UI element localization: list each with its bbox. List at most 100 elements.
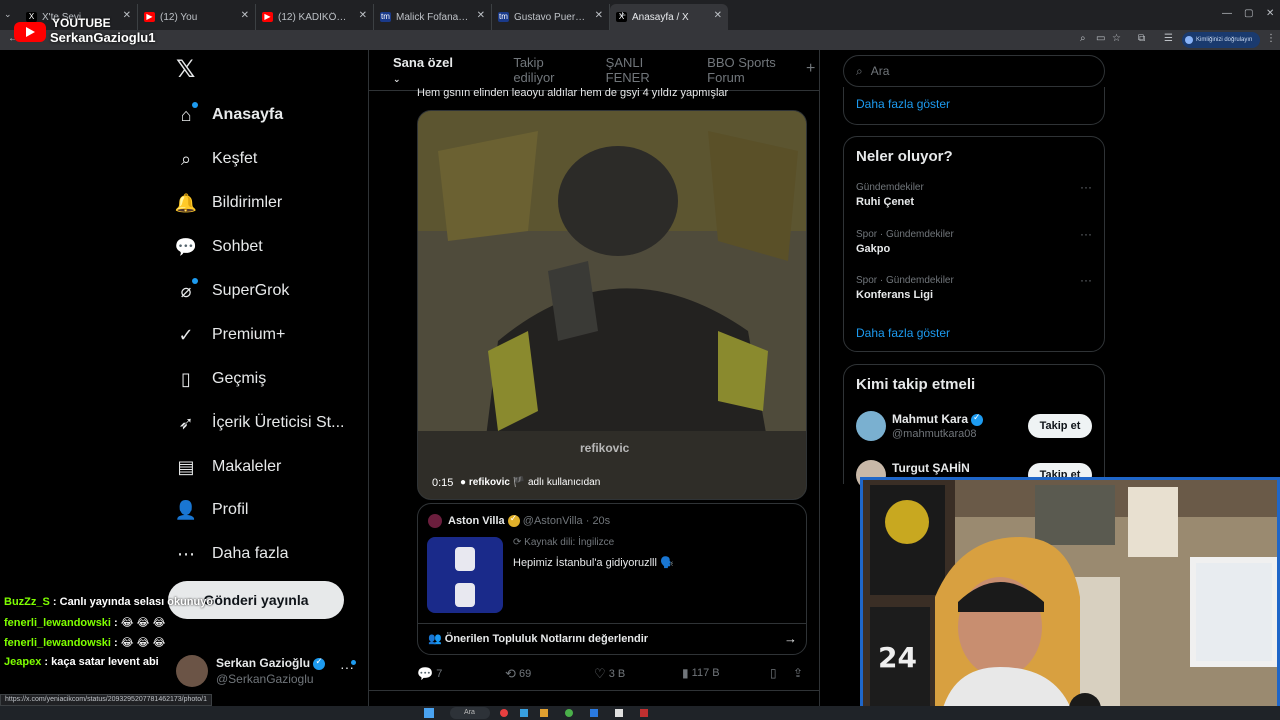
repost-button[interactable]: ⟲ 69 (505, 666, 531, 682)
community-notes-link[interactable]: 👥 Önerilen Topluluk Notlarını değerlendi… (428, 632, 648, 645)
nav-item-label: İçerik Üreticisi St... (212, 414, 345, 431)
account-switcher[interactable]: Serkan Gazioğlu @SerkanGazioglu ··· (176, 655, 361, 687)
show-more-link[interactable]: Daha fazla göster (856, 97, 950, 111)
notification-dot (192, 102, 198, 108)
arrow-right-icon: → (784, 631, 797, 646)
trend-item[interactable]: Spor · Gündemdekiler Konferans Ligi ··· (856, 273, 1092, 301)
close-window-icon[interactable]: ✕ (1266, 8, 1274, 19)
app-icon[interactable] (540, 709, 548, 717)
nav-item[interactable]: ➶ İçerik Üreticisi St... (174, 408, 344, 438)
browser-tab[interactable]: tm Malick Fofana - Oyuncu profili ✕ (374, 4, 492, 30)
more-icon[interactable]: ··· (1080, 273, 1092, 287)
new-tab-button[interactable]: + (619, 8, 626, 22)
close-tab-icon[interactable]: ✕ (241, 10, 249, 21)
tweet-text: Hem gsnın elinden leaoyu aldılar hem de … (417, 87, 729, 99)
search-placeholder: Ara (870, 64, 890, 78)
browser-tab[interactable]: ▶ (12) KADIKÖY'DE GÖRSEL ŞÖLE ✕ (256, 4, 374, 30)
add-tab-icon[interactable]: + (806, 60, 815, 78)
more-icon: ⋯ (177, 543, 195, 564)
bookmark-icon[interactable]: ▯ (770, 666, 777, 680)
nav-item[interactable]: 🔔 Bildirimler (174, 188, 282, 218)
app-icon[interactable] (500, 709, 508, 717)
views-button[interactable]: ▮ 117 B (682, 666, 720, 680)
more-icon[interactable]: ··· (1080, 180, 1092, 194)
app-icon[interactable] (640, 709, 648, 717)
nav-item-label: Makaleler (212, 458, 282, 475)
nav-item[interactable]: ⋯ Daha fazla (174, 539, 289, 569)
star-icon[interactable]: ☆ (1112, 33, 1121, 44)
nav-item[interactable]: ✓ Premium+ (174, 320, 285, 350)
close-tab-icon[interactable]: ✕ (477, 10, 485, 21)
nav-item[interactable]: ▤ Makaleler (174, 452, 281, 482)
x-logo-icon[interactable]: 𝕏 (176, 58, 198, 82)
premium-icon: ✓ (178, 324, 194, 345)
app-icon[interactable] (615, 709, 623, 717)
quote-source-text: Kaynak dili: İngilizce (524, 537, 615, 548)
sidebar-icon[interactable]: ☰ (1164, 33, 1173, 44)
start-icon[interactable] (424, 708, 434, 718)
minimize-icon[interactable]: — (1222, 8, 1232, 19)
tab-label: (12) KADIKÖY'DE GÖRSEL ŞÖLE (278, 11, 351, 23)
app-icon[interactable] (565, 709, 573, 717)
reply-icon: 💬 (417, 666, 434, 681)
chat-message: Jeapex : kaça satar levent abi (4, 656, 159, 668)
reply-button[interactable]: 💬 7 (417, 666, 442, 682)
profile-chip[interactable]: Kimliğinizi doğrulayın (1182, 32, 1260, 48)
tab-following[interactable]: Takip ediliyor (513, 55, 581, 85)
menu-icon[interactable]: ⋮ (1266, 33, 1276, 44)
nav-item[interactable]: 💬 Sohbet (174, 232, 263, 262)
tab-sanli-fener[interactable]: ŞANLI FENER (606, 55, 684, 85)
people-icon: 👥 (428, 633, 442, 645)
tab-bbo-sports[interactable]: BBO Sports Forum (707, 55, 807, 85)
nav-item[interactable]: ⌂ Anasayfa (174, 100, 283, 130)
search-input[interactable]: ⌕ Ara (843, 55, 1105, 87)
nav-item[interactable]: ⌕ Keşfet (174, 144, 257, 174)
close-tab-icon[interactable]: ✕ (359, 10, 367, 21)
nav-item[interactable]: ▯ Geçmiş (174, 364, 266, 394)
cast-icon[interactable]: ▭ (1096, 33, 1105, 44)
browser-tab[interactable]: X Anasayfa / X ✕ (610, 4, 728, 30)
video-credit-user[interactable]: refikovic 🏴 (469, 477, 525, 488)
close-tab-icon[interactable]: ✕ (595, 10, 603, 21)
like-button[interactable]: ♡ 3 B (594, 666, 625, 682)
nav-item-label: Geçmiş (212, 370, 267, 387)
verified-badge-icon (313, 656, 326, 670)
profile-chip-label: Kimliğinizi doğrulayın (1196, 37, 1253, 43)
app-icon[interactable] (520, 709, 528, 717)
who-to-follow-title: Kimi takip etmeli (856, 376, 976, 393)
maximize-icon[interactable]: ▢ (1244, 8, 1253, 19)
follow-suggestion[interactable]: Mahmut Kara @mahmutkara08 Takip et (844, 411, 1104, 445)
chat-user: fenerli_lewandowski (4, 637, 111, 649)
extensions-icon[interactable]: ⧉ (1138, 33, 1145, 44)
trend-item[interactable]: Gündemdekiler Ruhi Çenet ··· (856, 180, 1092, 208)
quote-source: ⟳ Kaynak dili: İngilizce (513, 537, 614, 548)
rocket-icon: ➶ (178, 412, 194, 433)
close-tab-icon[interactable]: ✕ (123, 10, 131, 21)
divider (418, 623, 806, 624)
follow-button[interactable]: Takip et (1028, 414, 1092, 438)
translate-icon: ⟳ (513, 537, 522, 548)
tab-for-you[interactable]: Sana özel ⌄ (381, 55, 489, 85)
youtube-label: YOUTUBE (52, 16, 111, 30)
chat-text: : kaça satar levent abi (44, 656, 159, 668)
zoom-icon[interactable]: ⌕ (1080, 33, 1086, 44)
browser-tab[interactable]: tm Gustavo Puerta - Oyuncu profili ✕ (492, 4, 610, 30)
browser-tab[interactable]: ▶ (12) You ✕ (138, 4, 256, 30)
more-icon[interactable]: ··· (1080, 227, 1092, 241)
tweet-video[interactable]: refikovic 0:15 ● refikovic 🏴 adlı kullan… (417, 110, 807, 500)
nav-item[interactable]: ⌀ SuperGrok (174, 276, 289, 306)
app-icon[interactable] (590, 709, 598, 717)
search-icon: ⌕ (180, 148, 192, 169)
profile-icon: 👤 (174, 499, 198, 520)
share-icon[interactable]: ⇪ (793, 666, 803, 680)
webcam-overlay: 24 (860, 477, 1280, 720)
trend-item[interactable]: Spor · Gündemdekiler Gakpo ··· (856, 227, 1092, 255)
quoted-tweet[interactable]: Aston Villa @AstonVilla · 20s ⟳ Kaynak d… (417, 503, 807, 655)
tab-favicon-icon: tm (380, 12, 391, 22)
show-more-link[interactable]: Daha fazla göster (856, 326, 950, 340)
tab-list-icon[interactable]: ⌄ (4, 9, 12, 20)
nav-item[interactable]: 👤 Profil (174, 495, 249, 525)
taskbar-search[interactable]: Ara (450, 707, 490, 719)
close-tab-icon[interactable]: ✕ (714, 10, 722, 21)
svg-text:24: 24 (878, 641, 917, 674)
